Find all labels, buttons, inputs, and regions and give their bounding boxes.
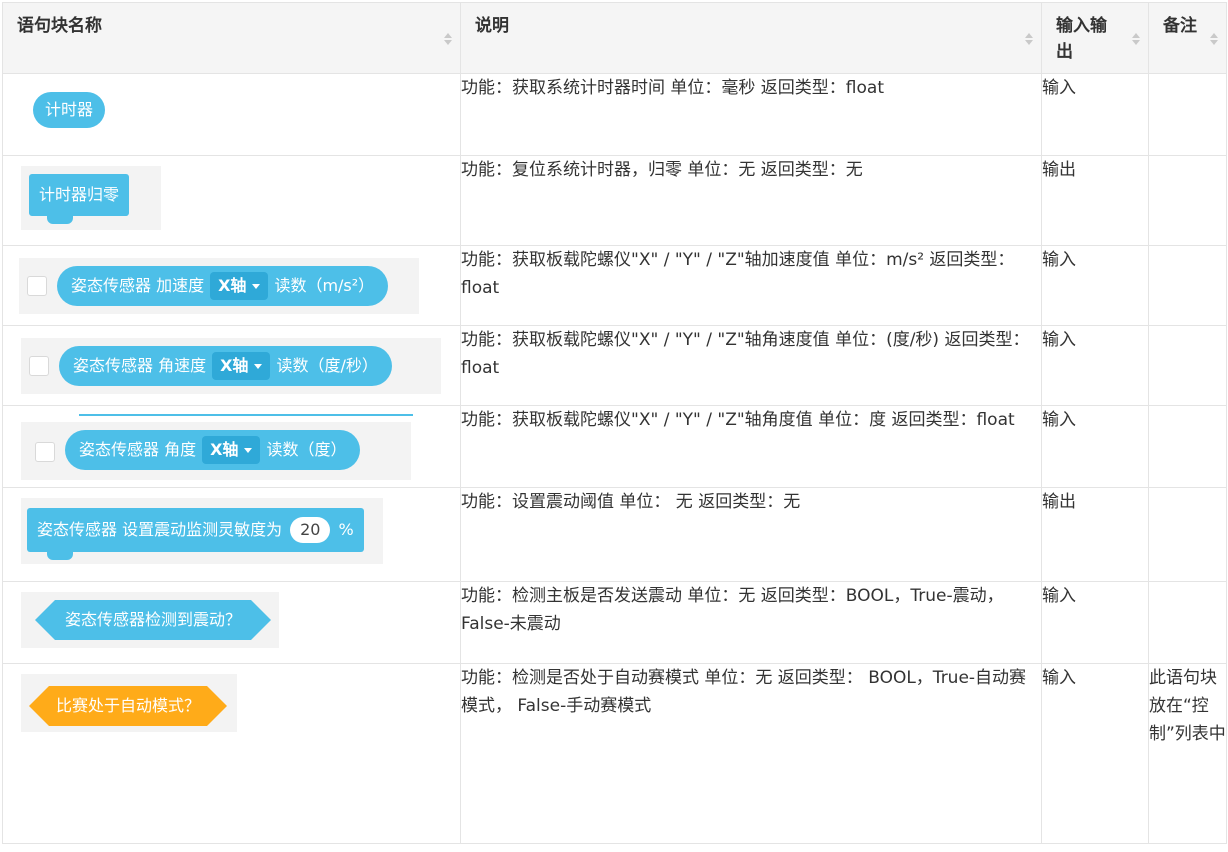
desc-cell: 功能：复位系统计时器，归零 单位：无 返回类型：无 [460,155,1042,246]
note-cell [1148,487,1227,582]
col-header-name[interactable]: 语句块名称 [2,2,461,74]
block-notch [47,216,73,224]
col-header-note[interactable]: 备注 [1148,2,1227,74]
io-cell: 输入 [1041,581,1149,664]
axis-dropdown[interactable]: X轴 [202,436,261,464]
dropdown-value: X轴 [210,440,239,459]
block-label: 姿态传感器 设置震动监测灵敏度为 [37,520,283,539]
note-cell: 此语句块放在“控制”列表中 [1148,663,1227,844]
block-checkbox[interactable] [27,276,47,296]
note-cell [1148,325,1227,406]
sort-icon[interactable] [1210,33,1218,45]
block-label: 姿态传感器检测到震动？ [64,610,241,629]
block-label-suffix: 读数（度） [266,440,347,459]
block-accel: 姿态传感器 加速度 X轴 读数（m/s²） [57,266,389,306]
table-row: 姿态传感器 设置震动监测灵敏度为 20 % 功能：设置震动阈值 单位： 无 返回… [2,487,1227,582]
block-angle: 姿态传感器 角度 X轴 读数（度） [65,430,361,470]
table-row: 计时器归零 功能：复位系统计时器，归零 单位：无 返回类型：无 输出 [2,155,1227,246]
col-header-note-label: 备注 [1163,16,1197,36]
io-cell: 输入 [1041,663,1149,844]
desc-cell: 功能：获取板载陀螺仪"X" / "Y" / "Z"轴加速度值 单位：m/s² 返… [460,245,1042,326]
note-cell [1148,245,1227,326]
col-header-desc-label: 说明 [475,16,509,36]
block-edge-line [79,414,413,416]
axis-dropdown[interactable]: X轴 [212,352,271,380]
block-cell: 计时器归零 [2,155,461,246]
desc-cell: 功能：获取系统计时器时间 单位：毫秒 返回类型：float [460,73,1042,156]
sort-icon[interactable] [1025,33,1033,45]
dropdown-value: X轴 [218,276,247,295]
io-cell: 输出 [1041,155,1149,246]
table-row: 姿态传感器检测到震动？ 功能：检测主板是否发送震动 单位：无 返回类型：BOOL… [2,581,1227,664]
col-header-name-label: 语句块名称 [17,16,102,36]
sensitivity-input[interactable]: 20 [290,517,331,543]
table-row: 计时器 功能：获取系统计时器时间 单位：毫秒 返回类型：float 输入 [2,73,1227,156]
table-row: 姿态传感器 角速度 X轴 读数（度/秒） 功能：获取板载陀螺仪"X" / "Y"… [2,325,1227,406]
chevron-down-icon [254,363,263,369]
block-checkbox[interactable] [29,356,49,376]
block-checkbox[interactable] [35,442,55,462]
block-label: 姿态传感器 加速度 [71,276,205,295]
table-row: 姿态传感器 加速度 X轴 读数（m/s²） 功能：获取板载陀螺仪"X" / "Y… [2,245,1227,326]
block-cell: 姿态传感器 角度 X轴 读数（度） [2,405,461,488]
chevron-down-icon [252,283,261,289]
io-cell: 输入 [1041,73,1149,156]
block-label: 姿态传感器 角度 [79,440,197,459]
table-header-row: 语句块名称 说明 输入输出 备注 [2,2,1227,74]
dropdown-value: X轴 [220,356,249,375]
io-cell: 输出 [1041,487,1149,582]
table-row: 比赛处于自动模式？ 功能：检测是否处于自动赛模式 单位：无 返回类型： BOOL… [2,663,1227,844]
io-cell: 输入 [1041,325,1149,406]
block-label: 计时器归零 [39,185,120,204]
block-timer: 计时器 [33,92,106,128]
block-label: 比赛处于自动模式？ [55,696,200,715]
block-label-suffix: 读数（m/s²） [274,276,375,295]
block-vibration-detected: 姿态传感器检测到震动？ [35,600,271,640]
desc-cell: 功能：获取板载陀螺仪"X" / "Y" / "Z"轴角速度值 单位：(度/秒) … [460,325,1042,406]
block-timer-reset: 计时器归零 [29,174,130,216]
block-label: 姿态传感器 角速度 [73,356,207,375]
note-cell [1148,155,1227,246]
axis-dropdown[interactable]: X轴 [210,272,269,300]
block-cell: 姿态传感器检测到震动？ [2,581,461,664]
block-label-suffix: % [338,520,354,539]
note-cell [1148,405,1227,488]
block-cell: 姿态传感器 角速度 X轴 读数（度/秒） [2,325,461,406]
block-angular-velocity: 姿态传感器 角速度 X轴 读数（度/秒） [59,346,392,386]
block-label: 计时器 [45,100,94,119]
block-auto-mode: 比赛处于自动模式？ [29,686,227,726]
block-cell: 姿态传感器 设置震动监测灵敏度为 20 % [2,487,461,582]
block-cell: 计时器 [2,73,461,156]
block-vibration-sensitivity: 姿态传感器 设置震动监测灵敏度为 20 % [27,508,364,552]
desc-cell: 功能：检测主板是否发送震动 单位：无 返回类型：BOOL，True-震动， Fa… [460,581,1042,664]
table-row: 姿态传感器 角度 X轴 读数（度） 功能：获取板载陀螺仪"X" / "Y" / … [2,405,1227,488]
block-cell: 姿态传感器 加速度 X轴 读数（m/s²） [2,245,461,326]
desc-cell: 功能：设置震动阈值 单位： 无 返回类型：无 [460,487,1042,582]
io-cell: 输入 [1041,405,1149,488]
chevron-down-icon [244,447,253,453]
sort-icon[interactable] [444,33,452,45]
block-notch [47,552,73,560]
blocks-table: 语句块名称 说明 输入输出 备注 计时器 功能：获取系统计时器时间 单位：毫秒 … [2,2,1227,844]
note-cell [1148,73,1227,156]
col-header-io[interactable]: 输入输出 [1041,2,1149,74]
desc-cell: 功能：检测是否处于自动赛模式 单位：无 返回类型： BOOL，True-自动赛模… [460,663,1042,844]
desc-cell: 功能：获取板载陀螺仪"X" / "Y" / "Z"轴角度值 单位：度 返回类型：… [460,405,1042,488]
col-header-desc[interactable]: 说明 [460,2,1042,74]
io-cell: 输入 [1041,245,1149,326]
block-cell: 比赛处于自动模式？ [2,663,461,844]
block-label-suffix: 读数（度/秒） [276,356,378,375]
sort-icon[interactable] [1132,33,1140,45]
note-cell [1148,581,1227,664]
col-header-io-label: 输入输出 [1056,16,1107,62]
